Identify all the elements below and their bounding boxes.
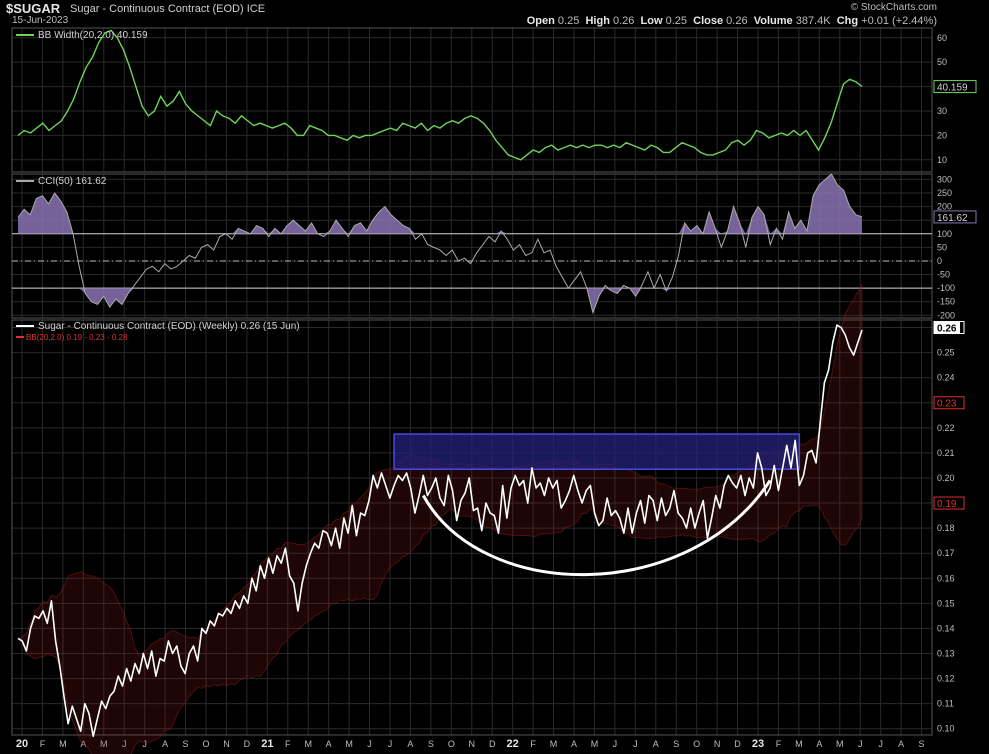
x-tick-label: S [919, 739, 925, 749]
x-tick-label: A [898, 739, 904, 749]
y-tick-label: 0.16 [937, 573, 955, 583]
y-tick-label: 0.18 [937, 523, 955, 533]
x-tick-label: J [858, 739, 863, 749]
lower-band-value: 0.19 [937, 499, 957, 510]
x-tick-label: O [202, 739, 209, 749]
x-tick-label: 22 [507, 738, 519, 750]
y-tick-label: 0.15 [937, 598, 955, 608]
x-tick-label: J [633, 739, 638, 749]
x-tick-label: D [244, 739, 251, 749]
x-tick-label: A [571, 739, 577, 749]
x-tick-label: A [653, 739, 659, 749]
x-tick-label: M [591, 739, 599, 749]
x-tick-label: O [693, 739, 700, 749]
price-legend: Sugar - Continuous Contract (EOD) (Weekl… [38, 321, 300, 332]
y-tick-label: 0.25 [937, 348, 955, 358]
x-tick-label: 20 [16, 738, 28, 750]
x-tick-label: M [550, 739, 558, 749]
y-tick-label: 20 [937, 130, 947, 140]
x-tick-label: M [59, 739, 67, 749]
y-tick-label: 10 [937, 155, 947, 165]
y-tick-label: 250 [937, 188, 952, 198]
x-tick-label: J [367, 739, 372, 749]
x-tick-label: D [734, 739, 741, 749]
x-tick-label: F [40, 739, 46, 749]
y-tick-label: 0.24 [937, 373, 955, 383]
y-tick-label: -50 [937, 270, 950, 280]
price-last-value-text: 0.26 [937, 324, 957, 335]
y-tick-label: 0.21 [937, 448, 955, 458]
y-tick-label: 50 [937, 57, 947, 67]
y-tick-label: 60 [937, 33, 947, 43]
x-tick-label: F [776, 739, 782, 749]
x-tick-label: A [162, 739, 168, 749]
bb-width-legend: BB Width(20,2.0) 40.159 [38, 30, 148, 41]
x-tick-label: M [345, 739, 353, 749]
y-tick-label: -150 [937, 297, 955, 307]
x-tick-label: A [407, 739, 413, 749]
cci-legend: CCI(50) 161.62 [38, 176, 107, 187]
x-tick-label: N [714, 739, 721, 749]
x-tick-label: M [304, 739, 312, 749]
x-tick-label: J [613, 739, 618, 749]
x-tick-label: S [428, 739, 434, 749]
y-tick-label: 30 [937, 106, 947, 116]
y-tick-label: -100 [937, 283, 955, 293]
x-tick-label: D [489, 739, 496, 749]
x-tick-label: N [469, 739, 476, 749]
y-tick-label: 50 [937, 242, 947, 252]
x-tick-label: 21 [261, 738, 273, 750]
upper-band-value: 0.23 [937, 399, 957, 410]
consolidation-rectangle [393, 433, 801, 470]
y-tick-label: 100 [937, 229, 952, 239]
x-tick-label: F [285, 739, 291, 749]
y-tick-label: 0 [937, 256, 942, 266]
x-tick-label: N [223, 739, 230, 749]
y-tick-label: 0.12 [937, 674, 955, 684]
y-tick-label: 0.11 [937, 699, 954, 709]
bb-width-last-value: 40.159 [937, 83, 968, 94]
y-tick-label: 200 [937, 202, 952, 212]
x-tick-label: M [836, 739, 844, 749]
x-tick-label: S [673, 739, 679, 749]
x-tick-label: S [183, 739, 189, 749]
y-tick-label: 0.20 [937, 473, 955, 483]
x-tick-label: F [530, 739, 536, 749]
y-tick-label: -200 [937, 310, 955, 320]
bb-overlay-legend: BB(20,2.0) 0.19 - 0.23 - 0.28 [26, 333, 128, 342]
y-tick-label: 0.14 [937, 623, 955, 633]
y-tick-label: 0.13 [937, 649, 955, 659]
sugar-chart[interactable]: 20 F M A M J J A S O N D 21 F M A M J J A S O N D 22 F M A M J J A S O N D 2… [0, 0, 989, 754]
y-tick-label: 0.17 [937, 548, 955, 558]
x-tick-label: J [878, 739, 883, 749]
x-tick-label: J [388, 739, 393, 749]
x-tick-label: A [816, 739, 822, 749]
x-tick-label: M [795, 739, 803, 749]
x-tick-label: A [326, 739, 332, 749]
x-tick-label: 23 [752, 738, 764, 750]
x-tick-label: O [448, 739, 455, 749]
cci-last-value: 161.62 [937, 213, 968, 224]
y-tick-label: 300 [937, 174, 952, 184]
y-tick-label: 0.22 [937, 423, 955, 433]
y-tick-label: 0.10 [937, 724, 955, 734]
